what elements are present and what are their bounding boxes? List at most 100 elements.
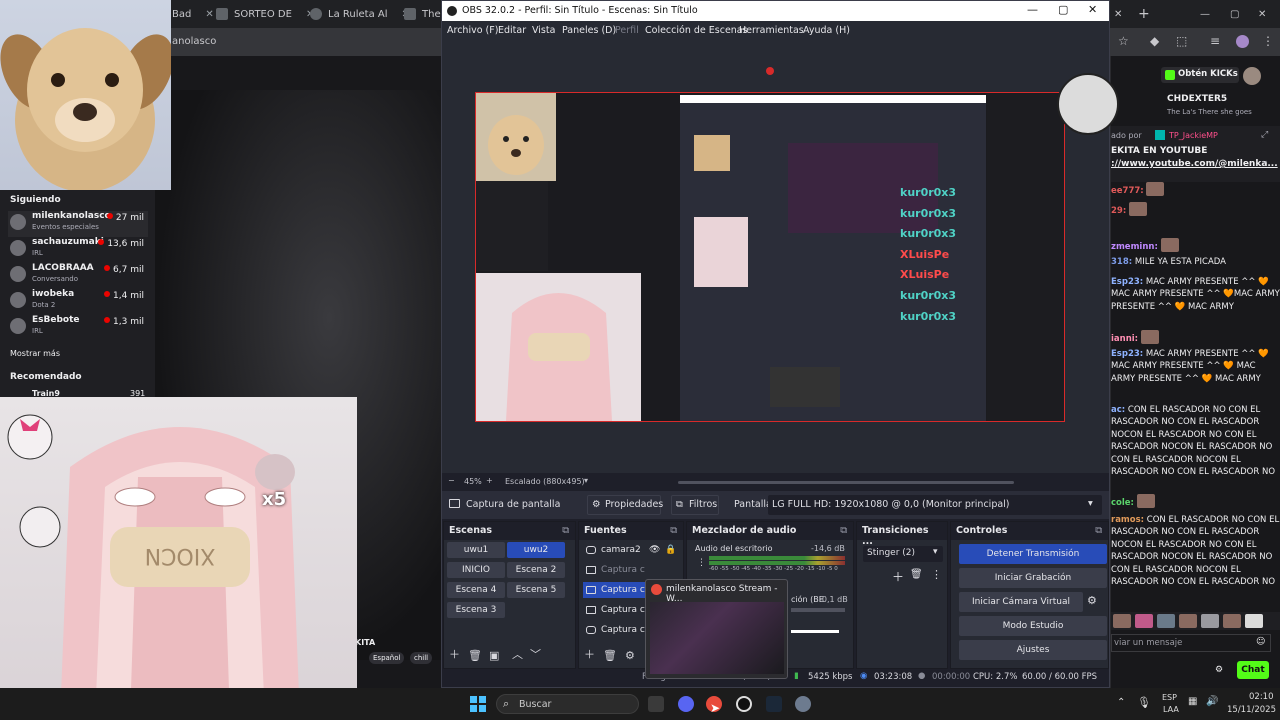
scene-item[interactable]: Escena 3: [447, 602, 505, 618]
properties-button[interactable]: ⚙ Propiedades: [587, 495, 663, 515]
scene-item[interactable]: Escena 2: [507, 562, 565, 578]
channel-item[interactable]: EsBebote IRL 1,3 mil: [8, 315, 148, 341]
horizontal-scrollbar[interactable]: [678, 481, 1014, 484]
dock-menu-icon[interactable]: ⧉: [840, 525, 847, 536]
studio-mode-button[interactable]: Modo Estudio: [959, 616, 1107, 636]
obs-icon[interactable]: [736, 696, 752, 712]
chevron-down-icon[interactable]: ▾: [584, 476, 588, 485]
chat-username[interactable]: Esp23:: [1111, 277, 1143, 287]
more-menu-icon[interactable]: ⋮: [931, 568, 942, 581]
obs-preview[interactable]: kur0r0x3 kur0r0x3 kur0r0x3 XLuisPe XLuis…: [442, 41, 1119, 473]
emote-icon[interactable]: [1223, 614, 1241, 628]
lock-icon[interactable]: 🔒: [665, 542, 676, 558]
chat-username[interactable]: zmeminn:: [1111, 242, 1158, 252]
gear-icon[interactable]: ⚙: [625, 649, 635, 662]
emote-icon[interactable]: [1113, 614, 1131, 628]
chat-send-button[interactable]: Chat: [1237, 661, 1269, 679]
menu-ayuda[interactable]: Ayuda (H): [803, 25, 850, 36]
emote-icon[interactable]: [1201, 614, 1219, 628]
steam-icon[interactable]: [766, 696, 782, 712]
menu-paneles[interactable]: Paneles (D): [562, 25, 616, 36]
maximize-icon[interactable]: ▢: [1058, 3, 1068, 16]
screen-select[interactable]: LG FULL HD: 1920x1080 @ 0,0 (Monitor pri…: [768, 495, 1102, 515]
chevron-down-icon[interactable]: ﹀: [530, 646, 541, 662]
volume-icon[interactable]: 🔊: [1206, 696, 1218, 707]
pinned-link[interactable]: ://www.youtube.com/@milenka...: [1111, 159, 1278, 169]
taskbar-search[interactable]: ⌕ Buscar: [496, 694, 639, 714]
puzzle-icon[interactable]: ⬚: [1176, 34, 1187, 48]
browser-tab[interactable]: La Ruleta Al✕: [310, 4, 410, 24]
channel-item[interactable]: LACOBRAAA Conversando 6,7 mil: [8, 263, 148, 289]
preview-canvas[interactable]: kur0r0x3 kur0r0x3 kur0r0x3 XLuisPe XLuis…: [475, 92, 1065, 422]
profile-avatar[interactable]: [1236, 35, 1249, 48]
channel-item[interactable]: milenkanolasco Eventos especiales 27 mil: [8, 211, 148, 237]
filters-button[interactable]: ⧉ Filtros: [671, 495, 719, 515]
rotation-handle[interactable]: [766, 67, 774, 75]
avatar[interactable]: [1243, 67, 1261, 85]
settings-icon[interactable]: ⚙: [1215, 665, 1223, 675]
trash-icon[interactable]: 🗑: [468, 649, 482, 662]
eye-icon[interactable]: 👁: [649, 542, 660, 558]
menu-archivo[interactable]: Archivo (F): [447, 25, 498, 36]
kicks-button[interactable]: Obtén KICKs: [1161, 67, 1239, 83]
chat-input[interactable]: viar un mensaje ☺: [1111, 634, 1271, 652]
tag-pill[interactable]: Español: [369, 652, 405, 664]
browser-tab[interactable]: SORTEO DE✕: [216, 4, 314, 24]
language-indicator[interactable]: ESP: [1162, 693, 1177, 702]
chat-username[interactable]: 29:: [1111, 206, 1126, 216]
zoom-out-icon[interactable]: −: [448, 476, 455, 485]
add-icon[interactable]: ＋: [892, 568, 904, 585]
menu-vista[interactable]: Vista: [532, 25, 555, 36]
start-recording-button[interactable]: Iniciar Grabación: [959, 568, 1107, 588]
chat-username[interactable]: ramos:: [1111, 515, 1144, 525]
transition-select[interactable]: Stinger (2) ▾: [863, 546, 943, 562]
start-virtual-camera-button[interactable]: Iniciar Cámara Virtual: [959, 592, 1083, 612]
zoom-in-icon[interactable]: +: [486, 476, 493, 485]
tag-pill[interactable]: chill: [410, 652, 433, 664]
emote-icon[interactable]: [1157, 614, 1175, 628]
source-item[interactable]: camara2 👁 🔒: [583, 542, 676, 558]
emote-picker-icon[interactable]: ☺: [1256, 637, 1265, 647]
dock-menu-icon[interactable]: ⧉: [562, 525, 569, 536]
scene-item[interactable]: Escena 5: [507, 582, 565, 598]
menu-editar[interactable]: Editar: [498, 25, 526, 36]
star-icon[interactable]: ☆: [1118, 34, 1129, 48]
trash-icon[interactable]: 🗑: [910, 569, 923, 580]
source-item[interactable]: Captura c: [583, 562, 675, 578]
add-icon[interactable]: ＋: [449, 646, 460, 662]
minimize-icon[interactable]: —: [1027, 3, 1038, 16]
menu-coleccion-escenas[interactable]: Colección de Escenas: [645, 25, 748, 36]
menu-herramientas[interactable]: Herramientas: [739, 25, 804, 36]
dock-menu-icon[interactable]: ⧉: [1095, 525, 1102, 536]
chevron-up-icon[interactable]: ⌃: [1117, 697, 1125, 708]
discord-icon[interactable]: [678, 696, 694, 712]
close-icon[interactable]: ✕: [205, 9, 213, 20]
channel-item[interactable]: iwobeka Dota 2 1,4 mil: [8, 289, 148, 315]
emote-icon[interactable]: [1245, 614, 1263, 628]
menu-perfil[interactable]: Perfil: [615, 25, 639, 36]
trash-icon[interactable]: 🗑: [603, 649, 617, 662]
settings-button[interactable]: Ajustes: [959, 640, 1107, 660]
settings-icon[interactable]: [795, 696, 811, 712]
maximize-icon[interactable]: ▢: [1230, 4, 1239, 24]
volume-slider[interactable]: [791, 630, 839, 633]
emote-icon[interactable]: [1135, 614, 1153, 628]
close-icon[interactable]: ✕: [1258, 4, 1266, 24]
gear-icon[interactable]: ⚙: [1087, 594, 1097, 607]
close-icon[interactable]: ✕: [1088, 3, 1097, 16]
show-more-link[interactable]: Mostrar más: [10, 349, 60, 358]
more-menu-icon[interactable]: ⋮: [1262, 34, 1274, 48]
chevron-up-icon[interactable]: ︿: [512, 646, 523, 662]
taskbar-thumbnail-preview[interactable]: milenkanolasco Stream - W...: [645, 579, 788, 679]
extension-icon[interactable]: ◆: [1150, 34, 1159, 48]
chat-username[interactable]: ianni:: [1111, 334, 1138, 344]
scene-item[interactable]: Escena 4: [447, 582, 505, 598]
clock-time[interactable]: 02:10: [1249, 692, 1274, 702]
windows-start-icon[interactable]: [470, 696, 486, 712]
playlist-icon[interactable]: ≡: [1210, 34, 1220, 48]
chat-username[interactable]: Esp23:: [1111, 349, 1143, 359]
scene-item[interactable]: uwu2: [507, 542, 565, 558]
network-icon[interactable]: ▦: [1188, 696, 1197, 707]
properties-icon[interactable]: ▣: [489, 649, 499, 662]
minimize-icon[interactable]: —: [1200, 4, 1210, 24]
